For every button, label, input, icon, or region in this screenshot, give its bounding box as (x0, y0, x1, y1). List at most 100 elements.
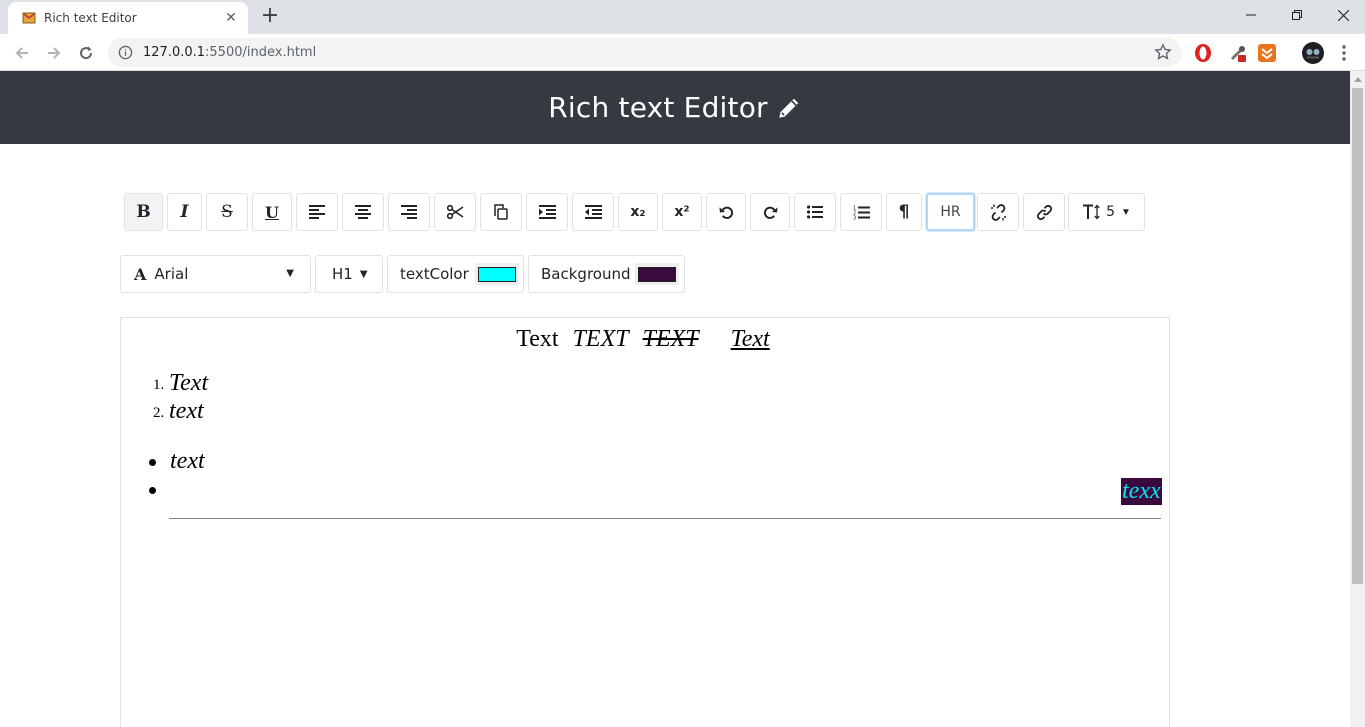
underline-button[interactable]: U (252, 193, 292, 231)
minimize-icon (1246, 14, 1256, 16)
editor-line-1: Text TEXT TEXT Text (121, 326, 1169, 353)
bullet-icon (149, 459, 156, 466)
chevron-up-icon (1353, 76, 1362, 82)
list-ol-icon: 123 (853, 205, 870, 220)
chevron-down-icon: ▼ (286, 268, 294, 279)
background-color-picker[interactable]: Background (528, 255, 685, 293)
app-header: Rich text Editor (0, 71, 1350, 144)
align-center-button[interactable] (342, 193, 384, 231)
url-host: 127.0.0.1 (143, 45, 206, 60)
address-bar[interactable]: 127.0.0.1:5500/index.html (108, 38, 1182, 67)
align-right-button[interactable] (388, 193, 430, 231)
text-color-label: textColor (400, 265, 469, 283)
restore-icon (1292, 10, 1302, 20)
list-item-text: text (170, 448, 205, 474)
subscript-icon: x₂ (630, 204, 646, 220)
window-restore-button[interactable] (1274, 0, 1320, 30)
chevron-down-icon: ▼ (359, 268, 368, 280)
copy-button[interactable] (480, 193, 522, 231)
reload-button[interactable] (75, 42, 97, 64)
hr-button[interactable]: HR (926, 193, 975, 231)
page-scrollbar[interactable] (1350, 71, 1365, 727)
bold-button[interactable]: B (124, 193, 163, 231)
background-color-swatch (637, 266, 676, 282)
url-text[interactable]: 127.0.0.1:5500/index.html (143, 45, 316, 60)
numbered-list-button[interactable]: 123 (840, 193, 882, 231)
browser-tab[interactable]: Rich text Editor ✕ (8, 2, 248, 34)
forward-button[interactable] (43, 42, 65, 64)
link-icon (1036, 204, 1052, 220)
paragraph-button[interactable]: ¶ (886, 193, 922, 231)
undo-icon (718, 206, 733, 219)
italic-icon: I (180, 202, 189, 222)
scrollbar-thumb[interactable] (1352, 88, 1363, 584)
subscript-button[interactable]: x₂ (618, 193, 658, 231)
download-extension-icon[interactable] (1257, 43, 1277, 63)
pencil-icon (779, 98, 798, 118)
unlink-button[interactable] (977, 193, 1019, 231)
opera-extension-icon[interactable] (1193, 43, 1213, 63)
text-color-swatch (477, 266, 516, 282)
indent-icon (538, 205, 556, 219)
link-button[interactable] (1023, 193, 1065, 231)
text-color-picker[interactable]: textColor (387, 255, 524, 293)
background-color-input[interactable] (634, 263, 679, 285)
window-minimize-button[interactable] (1228, 0, 1274, 30)
svg-text:3: 3 (853, 215, 856, 220)
font-size-value: 5 (1106, 204, 1115, 220)
browser-tab-strip: Rich text Editor ✕ + (0, 0, 1365, 34)
font-family-value: Arial (154, 265, 189, 283)
font-family-select[interactable]: A Arial ▼ (120, 255, 311, 293)
outdent-icon (584, 205, 602, 219)
arrow-right-icon (48, 47, 61, 59)
indent-button[interactable] (526, 193, 568, 231)
bold-icon: B (136, 202, 151, 222)
redo-button[interactable] (750, 193, 790, 231)
outdent-button[interactable] (572, 193, 614, 231)
window-close-button[interactable] (1320, 0, 1365, 30)
heading-select[interactable]: H1 ▼ (315, 255, 383, 293)
underline-icon: U (265, 202, 279, 222)
strikethrough-button[interactable]: S (206, 193, 248, 231)
list-number: 2. (153, 405, 165, 421)
page: Rich text Editor B I S U x₂ x² 1 2 3 ¶ H… (0, 71, 1350, 727)
scissors-icon (446, 205, 463, 219)
copy-icon (494, 204, 508, 220)
background-color-label: Background (541, 265, 631, 283)
undo-button[interactable] (706, 193, 746, 231)
superscript-icon: x² (674, 204, 690, 220)
unlink-icon (990, 203, 1006, 221)
bullet-icon (149, 487, 156, 494)
strikethrough-icon: S (221, 202, 233, 222)
arrow-left-icon (15, 47, 28, 59)
align-center-icon (355, 205, 371, 219)
eyedropper-extension-icon[interactable] (1228, 43, 1248, 63)
horizontal-rule (169, 518, 1161, 519)
underlined-text: Text (730, 326, 770, 352)
scroll-up-button[interactable] (1350, 71, 1365, 87)
font-size-select[interactable]: 5 ▼ (1068, 193, 1145, 231)
menu-dots-icon[interactable] (1334, 43, 1354, 63)
info-icon[interactable] (118, 45, 133, 60)
align-left-icon (309, 205, 325, 219)
chevron-down-icon: ▼ (1121, 206, 1131, 218)
font-icon: A (134, 264, 147, 284)
editor-area[interactable]: Text TEXT TEXT Text 1. Text 2. text text (120, 317, 1170, 727)
favicon-icon (22, 12, 36, 24)
new-tab-button[interactable]: + (258, 5, 282, 28)
bookmark-star-icon[interactable] (1154, 43, 1172, 61)
bullet-list-button[interactable] (794, 193, 836, 231)
close-icon (1337, 9, 1349, 21)
superscript-button[interactable]: x² (662, 193, 702, 231)
plain-text: Text (516, 326, 559, 352)
text-color-input[interactable] (474, 263, 519, 285)
profile-avatar-icon[interactable] (1301, 41, 1325, 65)
tab-close-icon[interactable]: ✕ (223, 10, 239, 26)
cut-button[interactable] (434, 193, 476, 231)
browser-toolbar: 127.0.0.1:5500/index.html (0, 34, 1365, 71)
url-path: :5500/index.html (205, 45, 317, 60)
italic-button[interactable]: I (167, 193, 202, 231)
page-title: Rich text Editor (548, 91, 768, 124)
align-left-button[interactable] (296, 193, 338, 231)
back-button[interactable] (11, 42, 33, 64)
